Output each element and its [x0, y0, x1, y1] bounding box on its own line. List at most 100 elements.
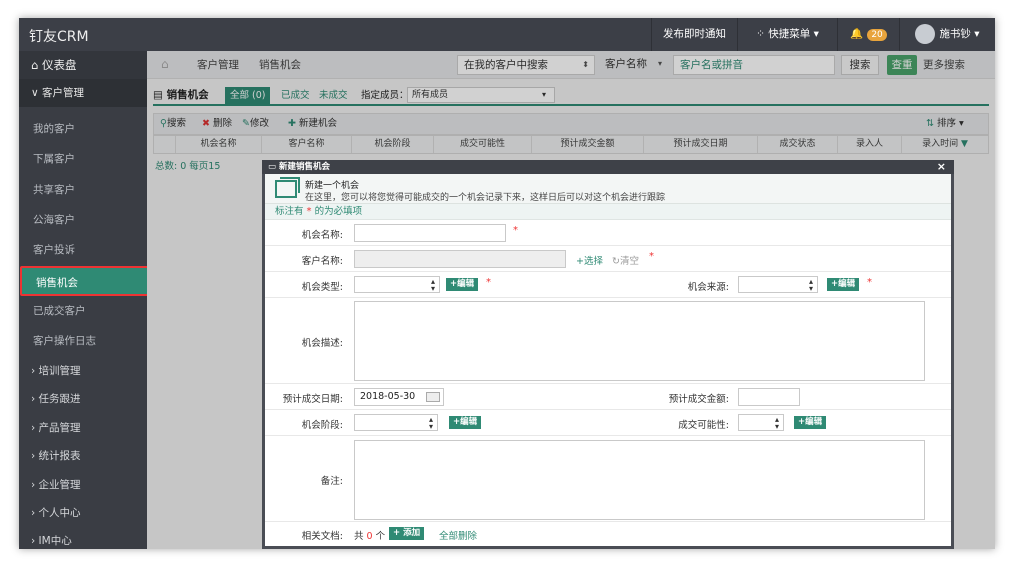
notify-button[interactable]: 发布即时通知 [651, 18, 737, 51]
sidebar-item-complaints[interactable]: 客户投诉 [19, 235, 147, 265]
form-row-name: 机会名称: * [265, 220, 951, 246]
required-star: * [867, 277, 872, 288]
form-icon: ▭ [268, 162, 279, 172]
required-star: * [649, 251, 654, 262]
form-row-stage: 机会阶段: ▴ ▾ +编辑 成交可能性: ▴ ▾ +编辑 [265, 410, 951, 436]
dialog-header: ▭ 新建销售机会 × [262, 160, 954, 174]
dialog-title: 新建销售机会 [279, 162, 331, 172]
notify-label: 发布即时通知 [663, 28, 726, 40]
sidebar-item-operation-log[interactable]: 客户操作日志 [19, 326, 147, 356]
updown-icon: ▴ ▾ [428, 415, 433, 431]
notification-count-badge: 20 [867, 29, 887, 41]
label-source: 机会来源: [687, 282, 729, 293]
form-row-note: 备注: [265, 436, 951, 522]
sidebar-section-im[interactable]: › IM中心 [19, 527, 147, 549]
required-note: 标注有 * 的为必填项 [265, 204, 951, 220]
chevron-down-icon: ∨ [31, 87, 43, 99]
add-document-button[interactable]: + 添加 [389, 527, 425, 540]
quick-menu-button[interactable]: ⁘ 快捷菜单 ▾ [737, 18, 837, 51]
close-date-input[interactable]: 2018-05-30 [354, 388, 444, 406]
sidebar-section-products[interactable]: › 产品管理 [19, 414, 147, 442]
label-amount: 预计成交金额: [668, 394, 729, 405]
note-textarea[interactable] [354, 440, 925, 520]
form-row-docs: 相关文档: 共 0 个 + 添加 全部删除 [265, 522, 951, 546]
label-customer: 客户名称: [301, 256, 343, 267]
close-icon[interactable]: × [937, 160, 946, 174]
clear-icon: ↻ [612, 256, 620, 267]
sidebar-group-customers[interactable]: ∨ 客户管理 [19, 79, 147, 107]
app-window: 钉友CRM 发布即时通知 ⁘ 快捷菜单 ▾ 🔔 20 施书钞 ▾ ⌂ 仪表盘 ∨ … [19, 18, 995, 549]
edit-possibility-button[interactable]: +编辑 [794, 416, 827, 429]
label-possibility: 成交可能性: [678, 420, 729, 431]
opportunity-name-input[interactable] [354, 224, 506, 242]
sidebar-section-enterprise[interactable]: › 企业管理 [19, 471, 147, 499]
sidebar-item-public-customers[interactable]: 公海客户 [19, 205, 147, 235]
label-type: 机会类型: [301, 282, 343, 293]
chevron-right-icon: › [31, 393, 39, 405]
sidebar-item-dashboard[interactable]: ⌂ 仪表盘 [19, 51, 147, 79]
opportunity-type-select[interactable]: ▴ ▾ [354, 276, 440, 293]
updown-icon: ▴ ▾ [430, 277, 435, 293]
sidebar-section-tasks[interactable]: › 任务跟进 [19, 385, 147, 413]
chevron-right-icon: › [31, 450, 39, 462]
notifications-button[interactable]: 🔔 20 [837, 18, 899, 51]
form-row-customer: 客户名称: +选择 ↻清空 * [265, 246, 951, 272]
chevron-right-icon: › [31, 535, 39, 547]
dialog-intro: 新建一个机会 在这里，您可以将您觉得可能成交的一个机会记录下来，这样日后可以对这… [265, 174, 951, 204]
stage-select[interactable]: ▴ ▾ [354, 414, 438, 431]
clear-customer-link[interactable]: ↻清空 [612, 253, 639, 267]
caret-down-icon: ▾ [810, 28, 819, 40]
updown-icon: ▴ ▾ [774, 415, 779, 431]
chevron-right-icon: › [31, 422, 39, 434]
sidebar-item-shared-customers[interactable]: 共享客户 [19, 175, 147, 205]
sidebar-item-my-customers[interactable]: 我的客户 [19, 114, 147, 144]
new-window-icon [275, 177, 300, 198]
sidebar-item-sub-customers[interactable]: 下属客户 [19, 144, 147, 174]
updown-icon: ▴ ▾ [808, 277, 813, 293]
docs-count: 共 0 个 [354, 531, 386, 542]
label-description: 机会描述: [301, 338, 343, 349]
user-menu[interactable]: 施书钞 ▾ [899, 18, 995, 51]
form-row-date: 预计成交日期: 2018-05-30 预计成交金额: [265, 384, 951, 410]
home-icon: ⌂ [31, 58, 42, 72]
calendar-icon[interactable] [426, 392, 440, 402]
customer-name-input[interactable] [354, 250, 566, 268]
sidebar-section-reports[interactable]: › 统计报表 [19, 442, 147, 470]
possibility-select[interactable]: ▴ ▾ [738, 414, 784, 431]
delete-all-docs-link[interactable]: 全部删除 [439, 528, 477, 542]
sidebar-section-personal[interactable]: › 个人中心 [19, 499, 147, 527]
amount-input[interactable] [738, 388, 800, 406]
opportunity-source-select[interactable]: ▴ ▾ [738, 276, 818, 293]
avatar [915, 24, 936, 44]
label-note: 备注: [320, 476, 343, 487]
edit-stage-button[interactable]: +编辑 [449, 416, 482, 429]
label-stage: 机会阶段: [301, 420, 343, 431]
edit-source-button[interactable]: +编辑 [827, 278, 860, 291]
label-name: 机会名称: [301, 230, 343, 241]
description-textarea[interactable] [354, 301, 925, 381]
caret-down-icon: ▾ [970, 28, 980, 40]
form-row-description: 机会描述: [265, 298, 951, 384]
chevron-right-icon: › [31, 479, 39, 491]
intro-description: 在这里，您可以将您觉得可能成交的一个机会记录下来，这样日后可以对这个机会进行跟踪 [305, 193, 666, 203]
sidebar-item-closed-customers[interactable]: 已成交客户 [19, 296, 147, 326]
sidebar-item-sales-opportunities[interactable]: 销售机会 [20, 266, 150, 296]
top-bar: 钉友CRM 发布即时通知 ⁘ 快捷菜单 ▾ 🔔 20 施书钞 ▾ [19, 18, 995, 51]
new-opportunity-dialog: ▭ 新建销售机会 × 新建一个机会 在这里，您可以将您觉得可能成交的一个机会记录… [262, 160, 954, 549]
chevron-right-icon: › [31, 365, 39, 377]
user-name: 施书钞 [939, 28, 971, 40]
grid-icon: ⁘ [756, 28, 769, 40]
brand-logo[interactable]: 钉友CRM [29, 26, 89, 46]
choose-customer-link[interactable]: +选择 [576, 253, 603, 267]
quick-menu-label: 快捷菜单 [768, 28, 811, 40]
label-docs: 相关文档: [301, 531, 343, 542]
label-date: 预计成交日期: [282, 394, 343, 405]
required-star: * [486, 277, 491, 288]
edit-type-button[interactable]: +编辑 [446, 278, 479, 291]
bell-icon: 🔔 [850, 28, 864, 40]
form-row-type: 机会类型: ▴ ▾ +编辑 * 机会来源: ▴ ▾ +编辑 * [265, 272, 951, 298]
sidebar: ⌂ 仪表盘 ∨ 客户管理 我的客户 下属客户 共享客户 公海客户 客户投诉 销售… [19, 51, 150, 549]
required-star: * [513, 225, 518, 236]
sidebar-section-training[interactable]: › 培训管理 [19, 357, 147, 385]
chevron-right-icon: › [31, 507, 39, 519]
